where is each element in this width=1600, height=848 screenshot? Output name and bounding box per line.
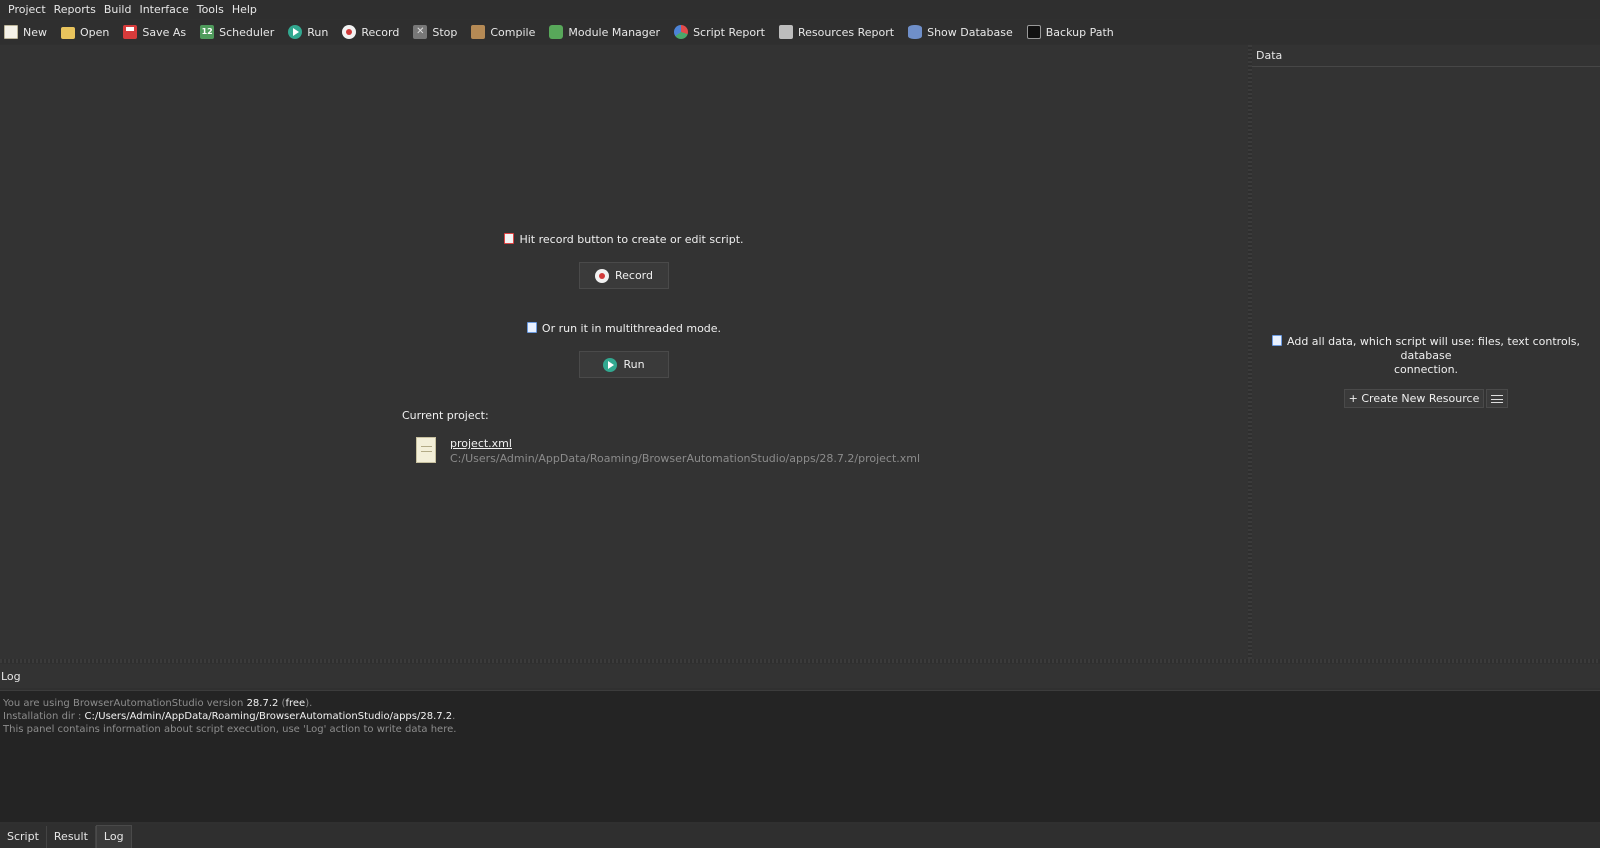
data-hint-line1: Add all data, which script will use: fil… (1252, 335, 1600, 363)
save-icon (123, 25, 138, 39)
log-line: This panel contains information about sc… (3, 724, 457, 735)
package-icon (471, 25, 486, 39)
run-button-label: Run (623, 358, 645, 371)
project-file-link[interactable]: project.xml (450, 437, 920, 451)
menu-build[interactable]: Build (100, 3, 136, 16)
save-as-button[interactable]: Save As (123, 25, 186, 39)
menu-project[interactable]: Project (4, 3, 50, 16)
open-button[interactable]: Open (61, 25, 109, 39)
log-text: . (452, 711, 456, 722)
run-hint: Or run it in multithreaded mode. (0, 322, 1248, 336)
menu-reports[interactable]: Reports (50, 3, 100, 16)
data-panel-body: Add all data, which script will use: fil… (1252, 335, 1600, 408)
new-label: New (23, 25, 47, 39)
report-icon (778, 25, 793, 39)
run-hint-text: Or run it in multithreaded mode. (541, 322, 722, 335)
menu-bar: Project Reports Build Interface Tools He… (0, 0, 1600, 19)
menu-tools[interactable]: Tools (193, 3, 228, 16)
log-text: Installation dir : (3, 711, 85, 722)
open-label: Open (80, 25, 110, 39)
show-database-button[interactable]: Show Database (908, 25, 1013, 39)
stop-button[interactable]: ✕ Stop (413, 25, 457, 39)
resources-report-label: Resources Report (797, 25, 895, 39)
data-hint-text1: Add all data, which script will use: fil… (1287, 335, 1580, 362)
create-new-resource-button[interactable]: + Create New Resource (1343, 389, 1485, 408)
horizontal-splitter[interactable] (0, 659, 1600, 663)
play-icon (603, 357, 618, 372)
log-version: 28.7.2 (246, 698, 279, 709)
show-database-label: Show Database (927, 25, 1013, 39)
log-output[interactable]: You are using BrowserAutomationStudio ve… (0, 690, 1600, 822)
resources-report-button[interactable]: Resources Report (778, 25, 895, 39)
run-button[interactable]: Run (579, 351, 669, 378)
script-report-label: Script Report (693, 25, 765, 39)
log-edition: free (285, 698, 306, 709)
calendar-icon: 12 (200, 25, 215, 39)
log-line: You are using BrowserAutomationStudio ve… (3, 697, 1597, 710)
data-panel-title: Data (1252, 45, 1600, 67)
log-install-path: C:/Users/Admin/AppData/Roaming/BrowserAu… (84, 711, 453, 722)
folder-icon (61, 27, 75, 39)
project-file-info: project.xml C:/Users/Admin/AppData/Roami… (450, 437, 920, 467)
run-button-row: Run (0, 351, 1248, 378)
stop-label: Stop (432, 25, 458, 39)
scheduler-label: Scheduler (219, 25, 275, 39)
toolbar: New Open Save As 12 Scheduler Run Record… (0, 20, 1600, 44)
record-label: Record (361, 25, 400, 39)
menu-interface[interactable]: Interface (135, 3, 192, 16)
log-text: ). (305, 698, 313, 709)
info-icon (1272, 335, 1282, 346)
new-file-icon (4, 25, 18, 39)
record-hint-text: Hit record button to create or edit scri… (519, 233, 744, 246)
current-project-label: Current project: (402, 409, 489, 422)
tab-log[interactable]: Log (95, 825, 132, 848)
stop-icon: ✕ (413, 25, 428, 39)
project-file-path: C:/Users/Admin/AppData/Roaming/BrowserAu… (450, 452, 921, 465)
data-panel: Data Add all data, which script will use… (1252, 45, 1600, 659)
record-icon (342, 25, 357, 39)
menu-help[interactable]: Help (228, 3, 261, 16)
record-button[interactable]: Record (579, 262, 669, 289)
record-icon (594, 268, 609, 283)
backup-path-button[interactable]: Backup Path (1026, 25, 1114, 39)
backup-path-label: Backup Path (1045, 25, 1114, 39)
puzzle-icon (549, 25, 564, 39)
run-label: Run (307, 25, 329, 39)
project-file-entry: project.xml C:/Users/Admin/AppData/Roami… (416, 437, 920, 467)
record-button-row: Record (0, 262, 1248, 289)
warning-icon (504, 233, 515, 244)
compile-button[interactable]: Compile (471, 25, 535, 39)
module-manager-button[interactable]: Module Manager (549, 25, 660, 39)
run-toolbar-button[interactable]: Run (288, 25, 328, 39)
resource-menu-button[interactable] (1486, 389, 1509, 408)
bottom-tab-bar: Script Result Log (0, 824, 1600, 848)
record-hint: Hit record button to create or edit scri… (0, 233, 1248, 247)
tab-result[interactable]: Result (47, 826, 96, 848)
module-manager-label: Module Manager (568, 25, 661, 39)
play-icon (288, 25, 303, 39)
data-hint-line2: connection. (1393, 363, 1459, 376)
backup-icon (1026, 25, 1041, 39)
save-as-label: Save As (142, 25, 187, 39)
tab-script[interactable]: Script (0, 826, 47, 848)
script-report-button[interactable]: Script Report (674, 25, 765, 39)
create-resource-row: + Create New Resource (1252, 389, 1600, 408)
scheduler-button[interactable]: 12 Scheduler (200, 25, 274, 39)
database-icon (908, 25, 923, 39)
record-toolbar-button[interactable]: Record (342, 25, 399, 39)
new-button[interactable]: New (4, 25, 47, 39)
log-line: Installation dir : C:/Users/Admin/AppDat… (3, 710, 1597, 723)
pie-chart-icon (674, 25, 689, 39)
hamburger-icon (1491, 394, 1504, 403)
log-text: You are using BrowserAutomationStudio ve… (3, 698, 247, 709)
record-button-label: Record (614, 269, 653, 282)
compile-label: Compile (490, 25, 536, 39)
app-window: Project Reports Build Interface Tools He… (0, 0, 1600, 848)
main-area: Hit record button to create or edit scri… (0, 45, 1248, 659)
log-panel-title: Log (0, 664, 1600, 688)
info-icon (526, 322, 537, 333)
file-icon (416, 437, 436, 463)
